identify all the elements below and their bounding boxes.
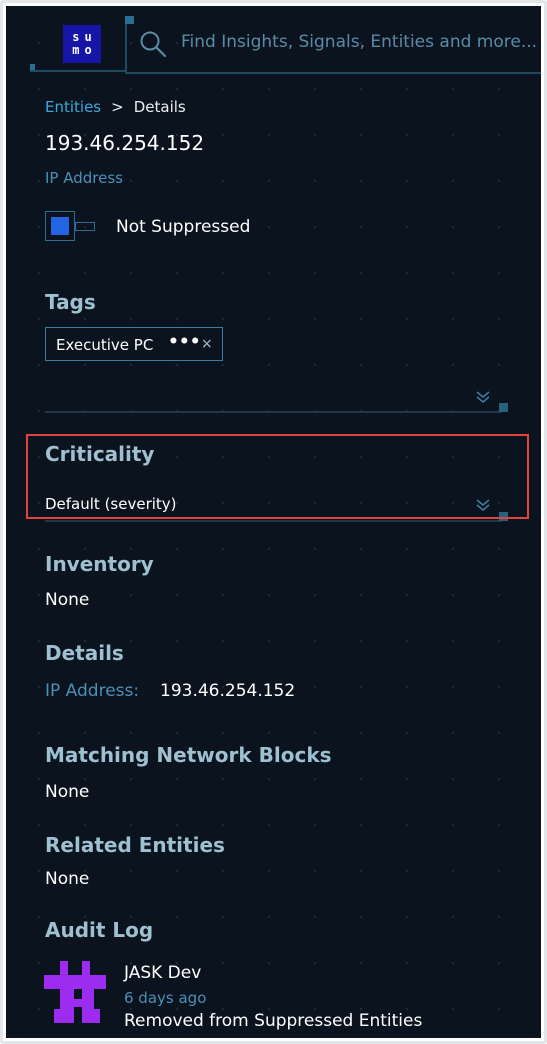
avatar-icon [44,961,106,1023]
header-divider [30,70,125,72]
header: su mo Find Insights, Signals, Entities a… [6,6,541,76]
toggle-knob [51,217,69,235]
network-blocks-value: None [45,782,90,802]
search-icon[interactable] [139,30,167,58]
criticality-underline [45,520,502,522]
ip-address-value: 193.46.254.152 [160,681,296,701]
details-heading: Details [45,641,124,665]
sumo-logo[interactable]: su mo [63,25,101,63]
search-corner-decoration [125,16,134,24]
entity-details-panel: su mo Find Insights, Signals, Entities a… [6,6,541,1038]
related-entities-heading: Related Entities [45,833,225,857]
breadcrumb-current: Details [133,98,186,116]
audit-log-heading: Audit Log [45,918,154,942]
inventory-heading: Inventory [45,552,154,576]
tags-heading: Tags [45,290,96,314]
breadcrumb-entities-link[interactable]: Entities [45,98,101,116]
toggle-track [75,222,95,231]
more-icon[interactable]: ••• [168,332,201,352]
search-input[interactable]: Find Insights, Signals, Entities and mor… [181,32,537,52]
close-icon[interactable]: × [201,336,213,352]
ip-address-label: IP Address: [45,681,140,701]
related-entities-value: None [45,869,90,889]
logo-text-bottom: mo [72,43,97,57]
toggle-knob-box [45,211,75,241]
tag-label: Executive PC [56,336,154,354]
breadcrumb: Entities > Details [45,98,186,116]
entity-type: IP Address [45,169,123,187]
chevron-down-icon[interactable] [475,389,491,405]
suppression-toggle[interactable] [45,211,97,243]
inventory-value: None [45,590,90,610]
suppression-status: Not Suppressed [116,217,251,237]
tag-chip[interactable]: Executive PC ••• × [45,327,223,361]
audit-entry-action: Removed from Suppressed Entities [124,1011,423,1031]
page-title: 193.46.254.152 [45,131,205,155]
breadcrumb-separator: > [111,98,124,116]
network-blocks-heading: Matching Network Blocks [45,743,332,767]
tags-input-underline[interactable] [45,411,502,413]
window-frame: su mo Find Insights, Signals, Entities a… [0,0,547,1044]
audit-entry-time: 6 days ago [124,989,207,1007]
criticality-highlight [26,434,529,519]
audit-entry-user: JASK Dev [124,963,202,983]
tags-field-corner [499,403,508,412]
